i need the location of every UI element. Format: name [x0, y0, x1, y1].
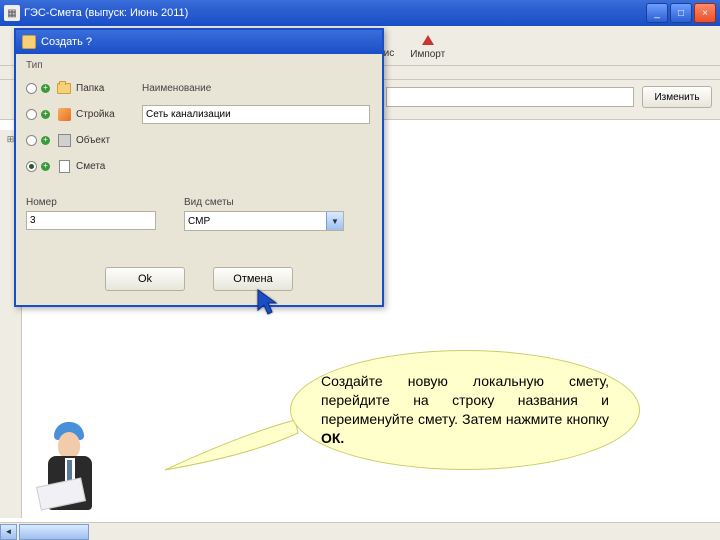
minimize-button[interactable]: _ [646, 3, 668, 23]
app-icon: ▦ [4, 5, 20, 21]
hint-text-body: Создайте новую локальную смету, перейдит… [321, 373, 609, 427]
dialog-icon [22, 35, 36, 49]
folder-icon [56, 81, 72, 95]
window-title: ГЭС-Смета (выпуск: Июнь 2011) [24, 7, 646, 19]
radio-folder-label: Папка [76, 83, 104, 94]
radio-smeta[interactable]: + Смета [26, 159, 136, 173]
kind-select[interactable]: СМР ▼ [184, 211, 344, 231]
change-button[interactable]: Изменить [642, 86, 712, 108]
dialog-titlebar[interactable]: Создать ? [16, 30, 382, 54]
plus-icon: + [41, 84, 50, 93]
dialog-title-text: Создать ? [41, 36, 92, 48]
radio-icon [26, 161, 37, 172]
radio-smeta-label: Смета [76, 161, 105, 172]
arrow-up-icon [420, 32, 436, 48]
radio-object[interactable]: + Объект [26, 133, 136, 147]
toolbar-import-label: Импорт [410, 49, 445, 60]
kind-value: СМР [188, 216, 210, 227]
radio-icon [26, 83, 37, 94]
radio-object-label: Объект [76, 135, 110, 146]
type-group-label: Тип [26, 60, 372, 71]
path-input[interactable] [386, 87, 634, 107]
construction-icon [56, 107, 72, 121]
create-dialog: Создать ? Тип + Папка Наименование + Стр… [14, 28, 384, 307]
scroll-thumb[interactable] [19, 524, 89, 540]
person-illustration [30, 420, 110, 520]
hint-text-bold: ОК. [321, 430, 344, 446]
horizontal-scrollbar[interactable]: ◄ [0, 522, 720, 540]
toolbar-import[interactable]: Импорт [410, 32, 445, 60]
radio-icon [26, 109, 37, 120]
document-icon [56, 159, 72, 173]
chevron-down-icon[interactable]: ▼ [326, 212, 343, 230]
radio-folder[interactable]: + Папка [26, 81, 136, 95]
cancel-button[interactable]: Отмена [213, 267, 293, 291]
object-icon [56, 133, 72, 147]
hint-bubble: Создайте новую локальную смету, перейдит… [290, 350, 640, 470]
name-label: Наименование [142, 83, 211, 94]
ok-button[interactable]: Ok [105, 267, 185, 291]
plus-icon: + [41, 110, 50, 119]
number-label: Номер [26, 197, 156, 208]
plus-icon: + [41, 162, 50, 171]
plus-icon: + [41, 136, 50, 145]
radio-construction-label: Стройка [76, 109, 115, 120]
name-input[interactable] [142, 105, 370, 124]
hint-text: Создайте новую локальную смету, перейдит… [321, 372, 609, 448]
radio-icon [26, 135, 37, 146]
radio-construction[interactable]: + Стройка [26, 107, 136, 121]
bubble-tail [160, 415, 300, 475]
maximize-button[interactable]: □ [670, 3, 692, 23]
head-icon [58, 432, 80, 458]
number-input[interactable] [26, 211, 156, 230]
close-button[interactable]: × [694, 3, 716, 23]
main-window-titlebar: ▦ ГЭС-Смета (выпуск: Июнь 2011) _ □ × [0, 0, 720, 26]
scroll-left-button[interactable]: ◄ [0, 524, 17, 540]
kind-label: Вид сметы [184, 197, 344, 208]
